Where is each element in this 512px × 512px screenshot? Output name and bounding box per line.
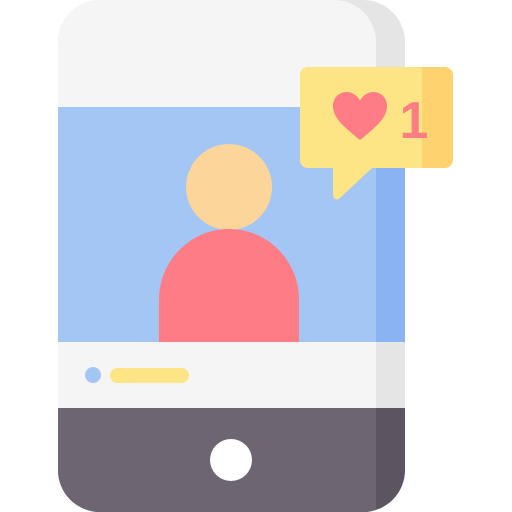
- avatar-head: [186, 144, 272, 230]
- phone-social-like-illustration: 1: [0, 0, 512, 512]
- caption-dot: [85, 367, 101, 383]
- phone-illustration: 1: [58, 0, 453, 512]
- caption-bar: [110, 368, 189, 383]
- like-count: 1: [400, 92, 429, 150]
- home-button[interactable]: [210, 439, 252, 481]
